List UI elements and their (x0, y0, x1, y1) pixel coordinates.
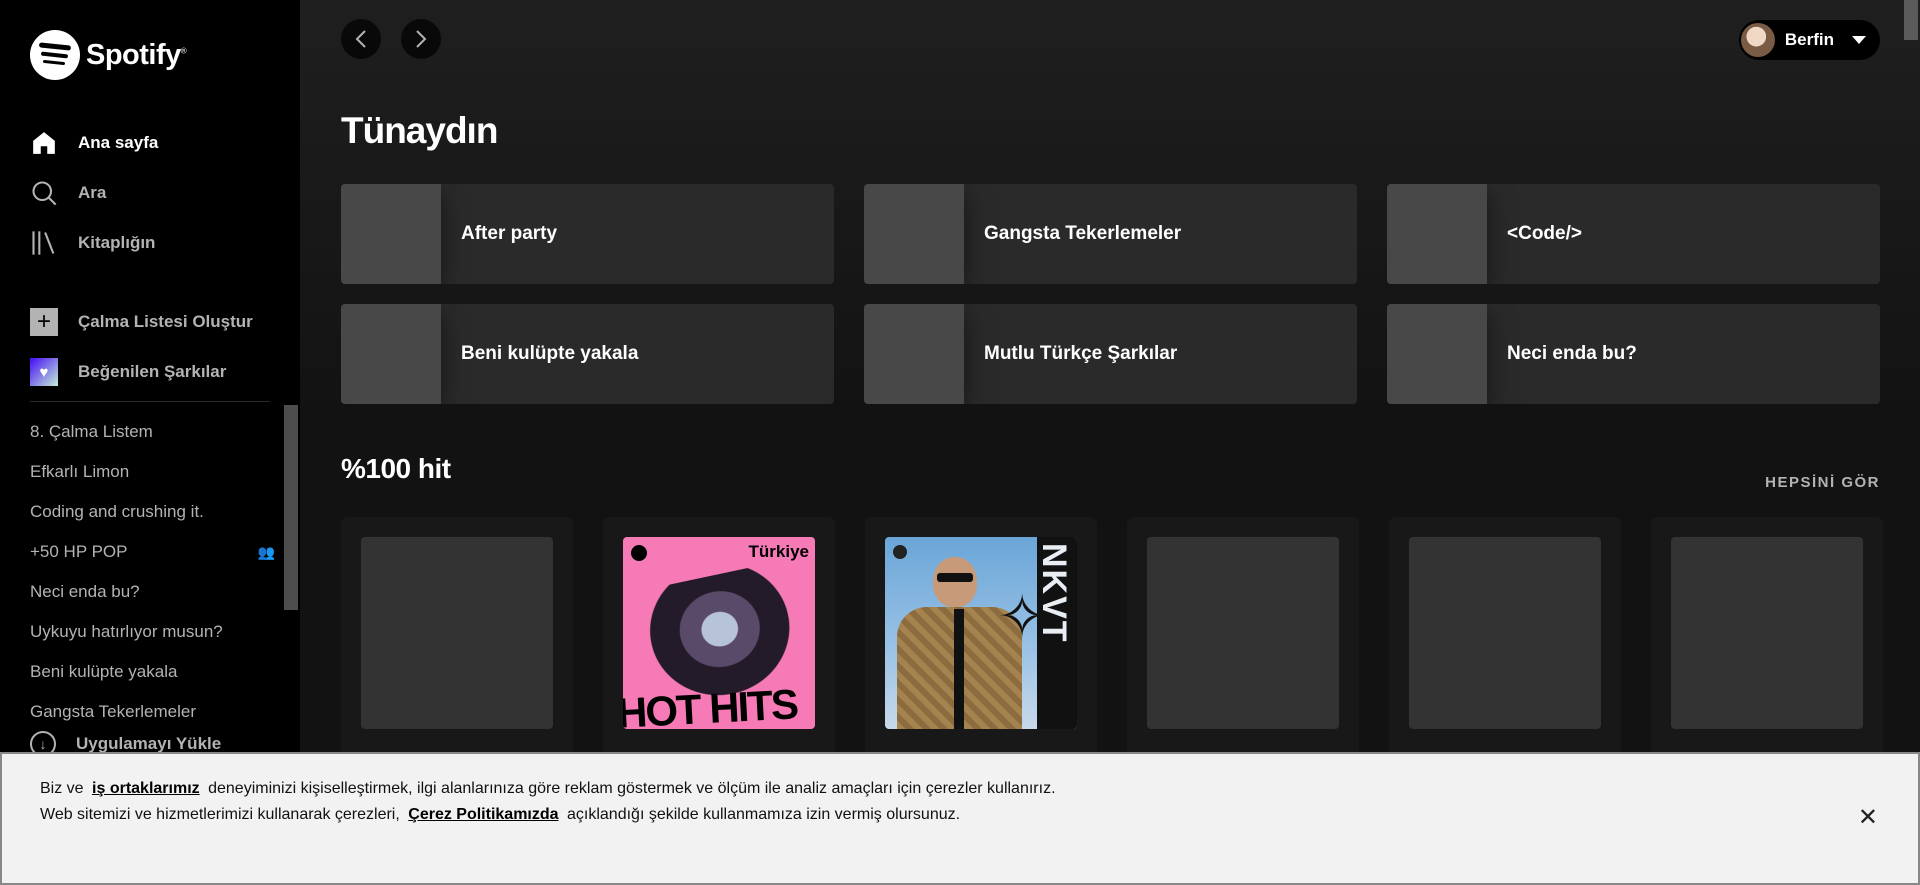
forward-button[interactable] (401, 19, 441, 59)
cover-figure-head (933, 557, 977, 607)
spotify-badge-icon (893, 545, 907, 559)
back-button[interactable] (341, 19, 381, 59)
playlist-item[interactable]: Beni kulüpte yakala (30, 652, 275, 692)
playlist-card[interactable] (341, 517, 573, 777)
shortcut-card[interactable]: After party (341, 184, 834, 284)
playlist-item[interactable]: Coding and crushing it. (30, 492, 275, 532)
home-icon (30, 129, 58, 157)
create-playlist-label: Çalma Listesi Oluştur (78, 312, 253, 331)
shortcut-thumbnail (864, 304, 964, 404)
sidebar-scrollbar[interactable] (284, 405, 298, 610)
playlist-item[interactable]: Efkarlı Limon (30, 452, 275, 492)
chevron-left-icon (355, 30, 366, 48)
shortcut-label: Beni kulüpte yakala (461, 343, 639, 364)
cover-country: Türkiye (748, 542, 809, 561)
library-icon (30, 229, 58, 257)
shortcut-card[interactable]: Gangsta Tekerlemeler (864, 184, 1357, 284)
shortcut-thumbnail (1387, 184, 1487, 284)
shortcut-label: Neci enda bu? (1507, 343, 1637, 364)
nav-item-library[interactable]: Kitaplığın (30, 218, 158, 268)
shortcut-thumbnail (1387, 304, 1487, 404)
shortcut-label: Mutlu Türkçe Şarkılar (984, 343, 1178, 364)
playlist-card[interactable] (1651, 517, 1883, 777)
playlist-card[interactable] (1127, 517, 1359, 777)
shortcut-thumbnail (864, 184, 964, 284)
shortcut-card[interactable]: <Code/> (1387, 184, 1880, 284)
caret-down-icon (1852, 36, 1866, 44)
nav-item-label: Ara (78, 183, 107, 202)
playlist-item[interactable]: +50 HP POP 👥 (30, 532, 275, 572)
collaborative-icon: 👥 (257, 544, 275, 560)
playlist-card[interactable]: Türkiye HOT HITS (603, 517, 835, 777)
spotify-logo-icon (30, 30, 80, 80)
card-cover-placeholder (361, 537, 553, 729)
main-scrollbar[interactable] (1904, 0, 1918, 40)
playlist-card[interactable] (1389, 517, 1621, 777)
shortcut-thumbnail (341, 184, 441, 284)
cover-title: NKVT (1035, 543, 1073, 644)
playlist-item[interactable]: Neci enda bu? (30, 572, 275, 612)
hot-hits-cover: Türkiye HOT HITS (623, 537, 815, 729)
playlist-item[interactable]: Uykuyu hatırlıyor musun? (30, 612, 275, 652)
card-cover-placeholder (1147, 537, 1339, 729)
nav-item-label: Kitaplığın (78, 233, 156, 252)
shortcut-label: <Code/> (1507, 223, 1582, 244)
spotify-logo[interactable]: Spotify® (30, 30, 187, 80)
partners-link[interactable]: iş ortaklarımız (92, 780, 200, 797)
section-title: %100 hit (341, 453, 451, 484)
sidebar-divider (30, 401, 270, 402)
playlist-item[interactable]: 8. Çalma Listem (30, 412, 275, 452)
install-app-label: Uygulamayı Yükle (76, 734, 222, 753)
shortcut-card[interactable]: Neci enda bu? (1387, 304, 1880, 404)
shortcut-grid: After party Gangsta Tekerlemeler <Code/>… (341, 184, 1881, 404)
page-title: Tünaydın (341, 110, 498, 151)
main-nav: Ana sayfa Ara Kitaplığın (30, 118, 158, 268)
card-cover-placeholder (1671, 537, 1863, 729)
cover-figure-glasses (937, 573, 973, 582)
liked-songs-button[interactable]: ♥ Beğenilen Şarkılar (30, 347, 253, 397)
cover-figure-tie (954, 609, 964, 729)
cookie-banner: Biz ve iş ortaklarımız deneyiminizi kişi… (0, 752, 1920, 885)
playlist-card-row: Türkiye HOT HITS ✧ NKVT (341, 517, 1883, 777)
see-all-link[interactable]: HEPSİNİ GÖR (1765, 474, 1880, 491)
shortcut-label: Gangsta Tekerlemeler (984, 223, 1182, 244)
shortcut-card[interactable]: Mutlu Türkçe Şarkılar (864, 304, 1357, 404)
user-menu[interactable]: Berfin (1738, 20, 1880, 60)
shortcut-card[interactable]: Beni kulüpte yakala (341, 304, 834, 404)
nkvt-cover: ✧ NKVT (885, 537, 1077, 729)
user-name: Berfin (1784, 30, 1834, 49)
playlist-list: 8. Çalma Listem Efkarlı Limon Coding and… (30, 412, 275, 732)
nav-item-search[interactable]: Ara (30, 168, 158, 218)
avatar (1740, 23, 1775, 57)
cookie-policy-link[interactable]: Çerez Politikamızda (408, 806, 558, 823)
close-icon[interactable]: ✕ (1858, 806, 1878, 830)
playlist-item[interactable]: Gangsta Tekerlemeler (30, 692, 275, 732)
card-cover-placeholder (1409, 537, 1601, 729)
app: Spotify® Ana sayfa Ara Kitaplığın + Çalm… (0, 0, 1920, 885)
sidebar-actions: + Çalma Listesi Oluştur ♥ Beğenilen Şark… (30, 297, 253, 397)
chevron-right-icon (416, 30, 427, 48)
cover-title: HOT HITS (623, 680, 799, 729)
nav-item-label: Ana sayfa (78, 133, 159, 152)
search-icon (30, 179, 58, 207)
nav-item-home[interactable]: Ana sayfa (30, 118, 158, 168)
logo-wordmark: Spotify® (86, 38, 187, 71)
playlist-card[interactable]: ✧ NKVT (865, 517, 1097, 777)
spotify-badge-icon (631, 545, 647, 561)
liked-songs-label: Beğenilen Şarkılar (78, 362, 227, 381)
plus-icon: + (30, 308, 58, 336)
shortcut-label: After party (461, 223, 558, 244)
heart-icon: ♥ (30, 358, 58, 386)
cookie-text: Biz ve iş ortaklarımız deneyiminizi kişi… (40, 780, 1056, 823)
shortcut-thumbnail (341, 304, 441, 404)
create-playlist-button[interactable]: + Çalma Listesi Oluştur (30, 297, 253, 347)
